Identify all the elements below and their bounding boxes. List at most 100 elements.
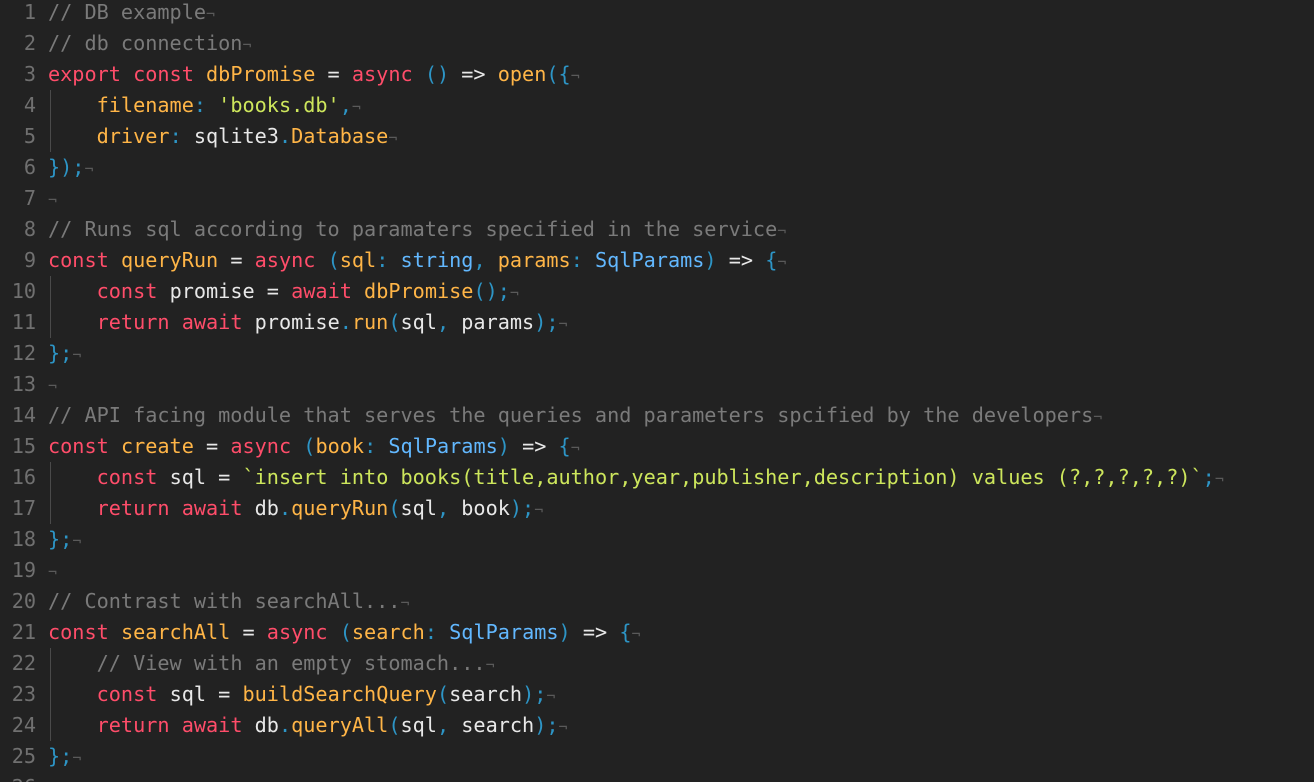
code-token: filename [96, 93, 194, 117]
code-line[interactable]: 9 const queryRun = async (sql: string, pa… [0, 245, 1314, 276]
code-line[interactable]: 17 return await db.queryRun(sql, book);¬ [0, 493, 1314, 524]
code-line[interactable]: 19 ¬ [0, 555, 1314, 586]
end-of-line-icon: ¬ [509, 284, 519, 302]
code-token: => [449, 62, 498, 86]
code-token: . [278, 496, 292, 520]
code-token: // View with an empty stomach... [96, 651, 486, 675]
code-editor[interactable]: 1// DB example¬ 2// db connection¬ 3 export… [0, 0, 1314, 782]
code-token: { [619, 620, 632, 644]
code-token: return await [96, 713, 255, 737]
code-line[interactable]: 2 // db connection¬ [0, 28, 1314, 59]
code-text: export const dbPromise = async () => ope… [48, 59, 580, 92]
code-text: };¬ [48, 741, 81, 774]
code-text: const create = async (book: SqlParams) =… [48, 431, 580, 464]
code-token: : [376, 248, 401, 272]
code-token: const [96, 682, 170, 706]
code-line[interactable]: 23 const sql = buildSearchQuery(search);… [0, 679, 1314, 710]
code-token: = [193, 434, 231, 458]
code-token: params [497, 248, 571, 272]
code-text: // View with an empty stomach...¬ [48, 648, 495, 681]
code-line[interactable]: 10 const promise = await dbPromise();¬ [0, 276, 1314, 307]
code-text: const searchAll = async (search: SqlPara… [48, 617, 641, 650]
code-text: driver: sqlite3.Database¬ [48, 121, 398, 154]
code-text: return await db.queryRun(sql, book);¬ [48, 493, 544, 526]
end-of-line-icon: ¬ [48, 377, 58, 395]
code-line[interactable]: 22 // View with an empty stomach...¬ [0, 648, 1314, 679]
code-line[interactable]: 12 };¬ [0, 338, 1314, 369]
code-text: const promise = await dbPromise();¬ [48, 276, 519, 309]
code-token: params [461, 310, 535, 334]
end-of-line-icon: ¬ [206, 5, 216, 23]
line-number: 11 [11, 310, 36, 334]
line-number: 16 [11, 465, 36, 489]
end-of-line-icon: ¬ [72, 346, 82, 364]
line-number: 8 [23, 217, 36, 241]
code-token: ) [704, 248, 717, 272]
line-number: 12 [11, 341, 36, 365]
code-token: SqlParams [595, 248, 705, 272]
code-line[interactable]: 7 ¬ [0, 183, 1314, 214]
code-token: , [436, 310, 462, 334]
line-number: 20 [11, 589, 36, 613]
code-text: ¬ [48, 183, 57, 216]
code-line[interactable]: 13 ¬ [0, 369, 1314, 400]
code-token: db [254, 713, 279, 737]
code-line[interactable]: 11 return await promise.run(sql, params)… [0, 307, 1314, 338]
code-line[interactable]: 25};¬ [0, 741, 1314, 772]
code-token: : [364, 434, 389, 458]
code-token: , [339, 93, 352, 117]
end-of-line-icon: ¬ [558, 718, 568, 736]
line-number: 17 [11, 496, 36, 520]
end-of-line-icon: ¬ [777, 222, 787, 240]
code-token: sql = [169, 465, 243, 489]
code-token: book [315, 434, 365, 458]
code-token: { [765, 248, 778, 272]
code-line[interactable]: 20 // Contrast with searchAll...¬ [0, 586, 1314, 617]
line-number: 7 [23, 186, 36, 210]
code-line[interactable]: 18};¬ [0, 524, 1314, 555]
code-token: ( [303, 434, 316, 458]
line-number: 4 [23, 93, 36, 117]
code-token: return await [96, 310, 255, 334]
code-token: const [48, 620, 121, 644]
code-token: queryAll [291, 713, 389, 737]
code-line[interactable]: 1 // DB example¬ [0, 0, 1314, 28]
code-line[interactable]: 21 const searchAll = async (search: SqlPa… [0, 617, 1314, 648]
code-line[interactable]: 15 const create = async (book: SqlParams)… [0, 431, 1314, 462]
code-line[interactable]: 6});¬ [0, 152, 1314, 183]
code-token: const [96, 465, 170, 489]
end-of-line-icon: ¬ [558, 315, 568, 333]
line-number: 5 [23, 124, 36, 148]
end-of-line-icon: ¬ [546, 687, 556, 705]
code-token: ( [327, 248, 340, 272]
end-of-line-icon: ¬ [631, 625, 641, 643]
code-token: = [218, 248, 255, 272]
code-token: (); [473, 279, 510, 303]
code-line[interactable]: 5 driver: sqlite3.Database¬ [0, 121, 1314, 152]
code-token: // Runs sql according to paramaters spec… [48, 217, 778, 241]
line-number: 1 [23, 0, 36, 24]
code-token: ; [1202, 465, 1215, 489]
code-line[interactable]: 26 [0, 772, 1314, 782]
code-token: ); [534, 713, 559, 737]
code-line[interactable]: 24 return await db.queryAll(sql, search)… [0, 710, 1314, 741]
end-of-line-icon: ¬ [242, 36, 252, 54]
code-token: sql = [169, 682, 243, 706]
code-line[interactable]: 8 // Runs sql according to paramaters spe… [0, 214, 1314, 245]
code-line[interactable]: 16 const sql = `insert into books(title,… [0, 462, 1314, 493]
code-text: };¬ [48, 338, 81, 371]
code-token: queryRun [120, 248, 219, 272]
code-line[interactable]: 4 filename: 'books.db',¬ [0, 90, 1314, 121]
code-token: sql [339, 248, 377, 272]
code-token: ( [436, 682, 450, 706]
code-token: Database [291, 124, 389, 148]
code-token: search [449, 682, 523, 706]
code-token: ) [558, 620, 571, 644]
code-token: . [278, 124, 292, 148]
end-of-line-icon: ¬ [570, 67, 580, 85]
code-token: promise = [169, 279, 292, 303]
code-line[interactable]: 14 // API facing module that serves the q… [0, 400, 1314, 431]
code-token: const [48, 434, 121, 458]
line-number: 23 [11, 682, 36, 706]
code-line[interactable]: 3 export const dbPromise = async () => op… [0, 59, 1314, 90]
